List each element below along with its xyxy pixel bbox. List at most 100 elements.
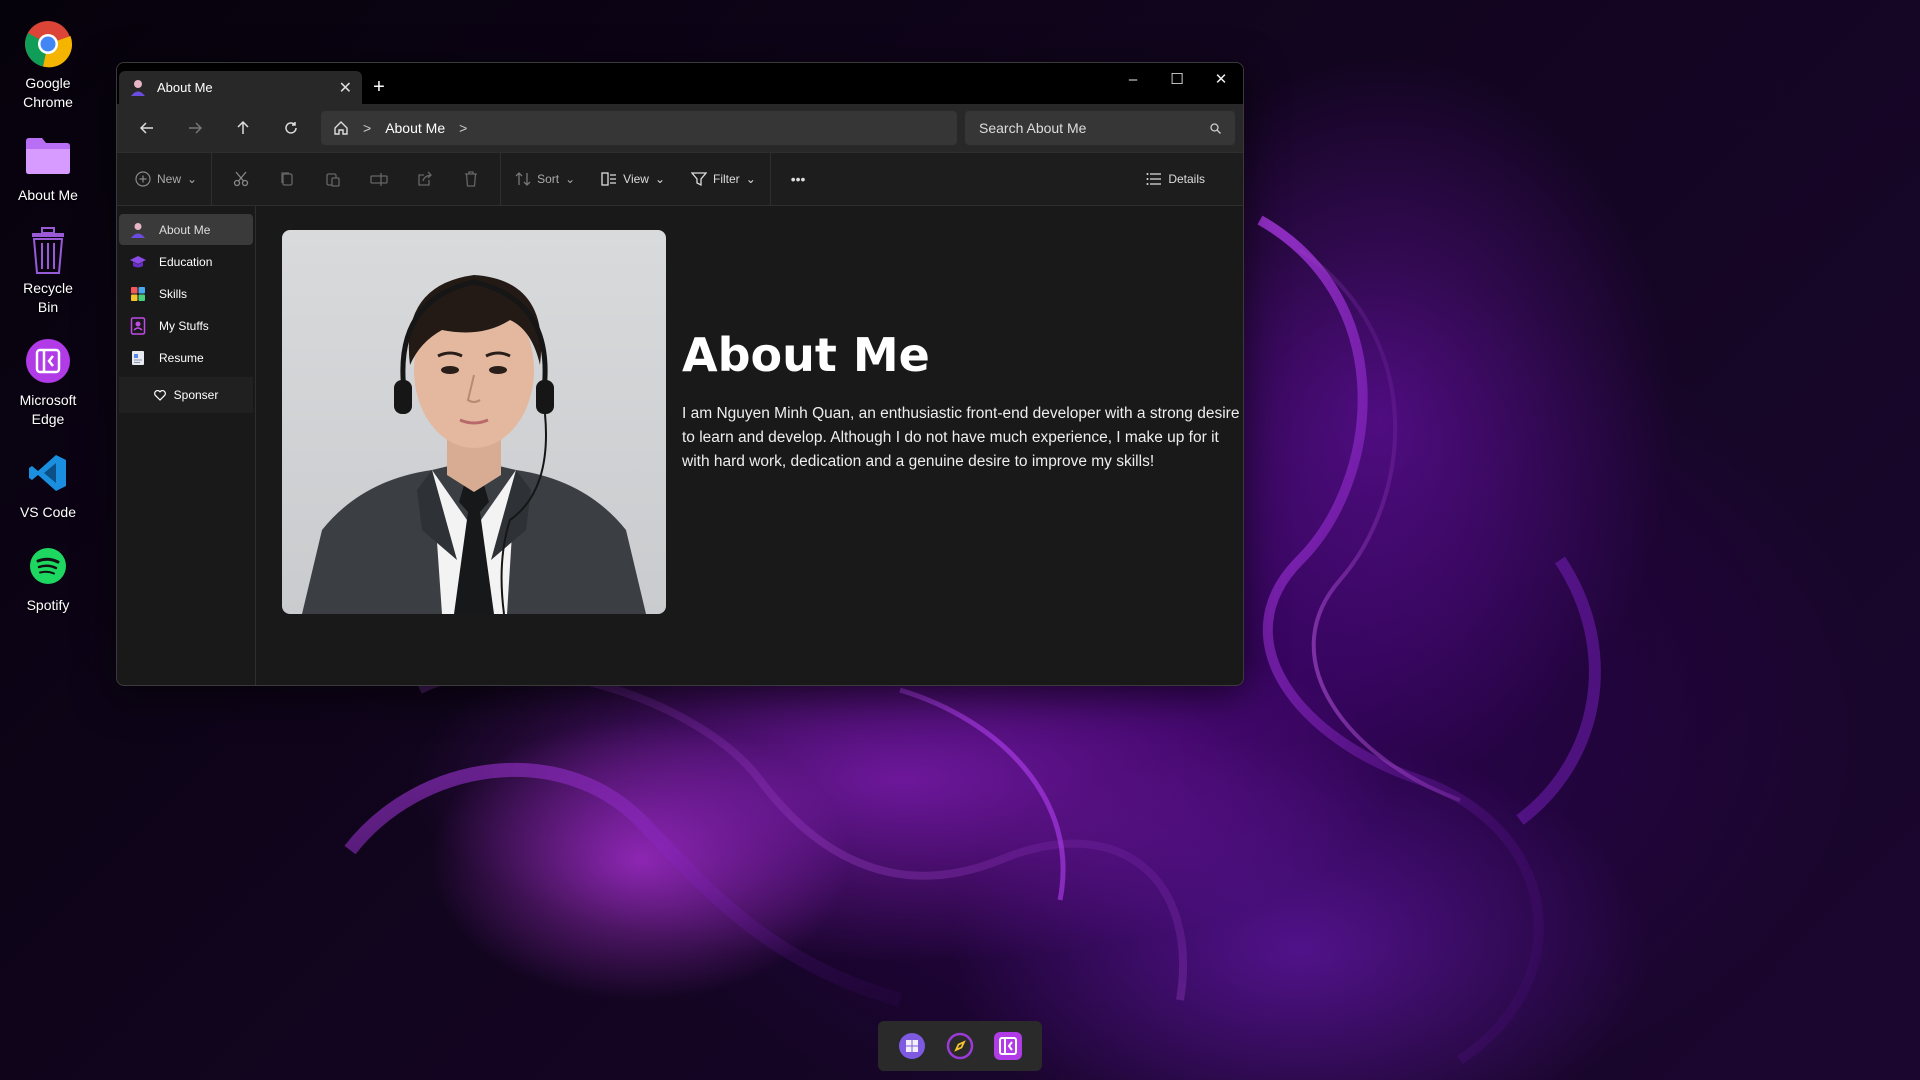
- sidebar-item-label: Skills: [159, 286, 188, 301]
- window-body: About Me Education Skills My Stuffs Resu…: [117, 206, 1243, 685]
- graduation-cap-icon: [129, 253, 147, 271]
- taskbar: [878, 1021, 1042, 1071]
- sidebar-item-skills[interactable]: Skills: [119, 278, 253, 309]
- home-icon: [334, 121, 348, 135]
- sponsor-button[interactable]: Sponser: [119, 377, 253, 413]
- more-options-button[interactable]: •••: [783, 161, 814, 197]
- arrow-left-icon: [140, 122, 153, 134]
- search-icon: [1210, 122, 1221, 134]
- sidebar-item-education[interactable]: Education: [119, 246, 253, 277]
- up-button[interactable]: [219, 110, 267, 146]
- desktop-icon-label: Google Chrome: [23, 75, 73, 110]
- chevron-down-icon: ⌄: [745, 172, 756, 186]
- person-icon: [129, 79, 147, 97]
- search-box[interactable]: Search About Me: [965, 111, 1235, 145]
- view-icon: [601, 172, 617, 186]
- share-button[interactable]: [410, 161, 440, 197]
- sponsor-label: Sponser: [173, 388, 219, 402]
- new-tab-button[interactable]: +: [362, 71, 396, 104]
- compass-icon: [946, 1032, 974, 1060]
- arrow-right-icon: [189, 122, 202, 134]
- new-label: New: [157, 172, 182, 186]
- view-label: View: [623, 172, 649, 186]
- paste-icon: [326, 173, 340, 187]
- sidebar: About Me Education Skills My Stuffs Resu…: [117, 206, 256, 685]
- person-icon: [129, 221, 147, 239]
- address-bar[interactable]: > About Me >: [321, 111, 957, 145]
- details-button[interactable]: Details: [1138, 161, 1213, 197]
- details-label: Details: [1168, 172, 1205, 186]
- recycle-bin-icon: [22, 223, 74, 275]
- refresh-button[interactable]: [267, 110, 315, 146]
- sidebar-item-my-stuffs[interactable]: My Stuffs: [119, 310, 253, 341]
- spotify-icon: [22, 540, 74, 592]
- sidebar-item-about-me[interactable]: About Me: [119, 214, 253, 245]
- command-bar: New ⌄ Sort ⌄ View ⌄ Filter ⌄ ••• Details: [117, 152, 1243, 206]
- desktop-icon-vscode[interactable]: VS Code: [0, 447, 96, 522]
- rename-button[interactable]: [364, 161, 394, 197]
- desktop-icon-label: Spotify: [26, 597, 70, 613]
- cut-button[interactable]: [226, 161, 256, 197]
- chevron-down-icon: ⌄: [565, 172, 576, 186]
- back-button[interactable]: [123, 110, 171, 146]
- start-icon: [899, 1033, 925, 1059]
- maximize-button[interactable]: ☐: [1155, 63, 1199, 95]
- document-icon: [129, 349, 147, 367]
- profile-photo: [282, 230, 666, 614]
- copy-icon: [281, 172, 293, 186]
- search-input[interactable]: Search About Me: [979, 120, 1210, 136]
- page-title: About Me: [682, 328, 930, 382]
- desktop-icon-spotify[interactable]: Spotify: [0, 540, 96, 615]
- chevron-down-icon: ⌄: [187, 172, 198, 186]
- minimize-button[interactable]: –: [1111, 63, 1155, 95]
- chrome-icon: [22, 18, 74, 70]
- new-button[interactable]: New ⌄: [127, 161, 205, 197]
- chevron-right-icon: >: [363, 120, 372, 136]
- forward-button[interactable]: [171, 110, 219, 146]
- share-icon: [418, 171, 432, 186]
- divider: [769, 152, 771, 206]
- scissors-icon: [233, 171, 249, 187]
- taskbar-edge-button[interactable]: [991, 1029, 1025, 1063]
- desktop-icon-recycle-bin[interactable]: Recycle Bin: [0, 223, 96, 317]
- grid-icon: [129, 285, 147, 303]
- sidebar-item-label: My Stuffs: [159, 318, 209, 333]
- desktop-icon-edge[interactable]: Microsoft Edge: [0, 335, 96, 429]
- arrow-up-icon: [237, 121, 249, 134]
- plus-circle-icon: [135, 171, 151, 187]
- tab-title: About Me: [157, 80, 213, 95]
- divider: [500, 152, 502, 206]
- sort-button[interactable]: Sort ⌄: [507, 161, 583, 197]
- close-tab-icon[interactable]: ✕: [339, 78, 352, 98]
- sidebar-item-resume[interactable]: Resume: [119, 342, 253, 373]
- heart-icon: [153, 389, 166, 401]
- copy-button[interactable]: [272, 161, 302, 197]
- filter-button[interactable]: Filter ⌄: [683, 161, 764, 197]
- window-controls: – ☐ ✕: [1111, 63, 1243, 95]
- view-button[interactable]: View ⌄: [593, 161, 673, 197]
- tab-about-me[interactable]: About Me ✕: [119, 71, 362, 104]
- edge-icon: [22, 335, 74, 387]
- sidebar-item-label: Education: [159, 254, 213, 269]
- desktop-icon-label: Recycle Bin: [23, 280, 73, 315]
- chevron-right-icon: >: [459, 120, 468, 136]
- content-pane: About Me I am Nguyen Minh Quan, an enthu…: [256, 206, 1243, 685]
- desktop-icons: Google Chrome About Me Recycle Bin Micro…: [0, 18, 96, 633]
- desktop-icon-chrome[interactable]: Google Chrome: [0, 18, 96, 112]
- delete-button[interactable]: [456, 161, 486, 197]
- explorer-window: About Me ✕ + – ☐ ✕ > About Me > Search A…: [116, 62, 1244, 686]
- chevron-down-icon: ⌄: [654, 172, 666, 186]
- about-paragraph: I am Nguyen Minh Quan, an enthusiastic f…: [682, 405, 1240, 470]
- sort-icon: [515, 172, 531, 186]
- paste-button[interactable]: [318, 161, 348, 197]
- rename-icon: [370, 173, 388, 186]
- close-button[interactable]: ✕: [1199, 63, 1243, 95]
- contact-icon: [129, 316, 147, 335]
- desktop-icon-label: VS Code: [19, 504, 77, 520]
- taskbar-compass-button[interactable]: [943, 1029, 977, 1063]
- taskbar-start-button[interactable]: [895, 1029, 929, 1063]
- refresh-icon: [285, 122, 297, 134]
- desktop-icon-about-me[interactable]: About Me: [0, 130, 96, 205]
- breadcrumb-about-me[interactable]: About Me: [385, 120, 445, 136]
- filter-icon: [691, 172, 708, 187]
